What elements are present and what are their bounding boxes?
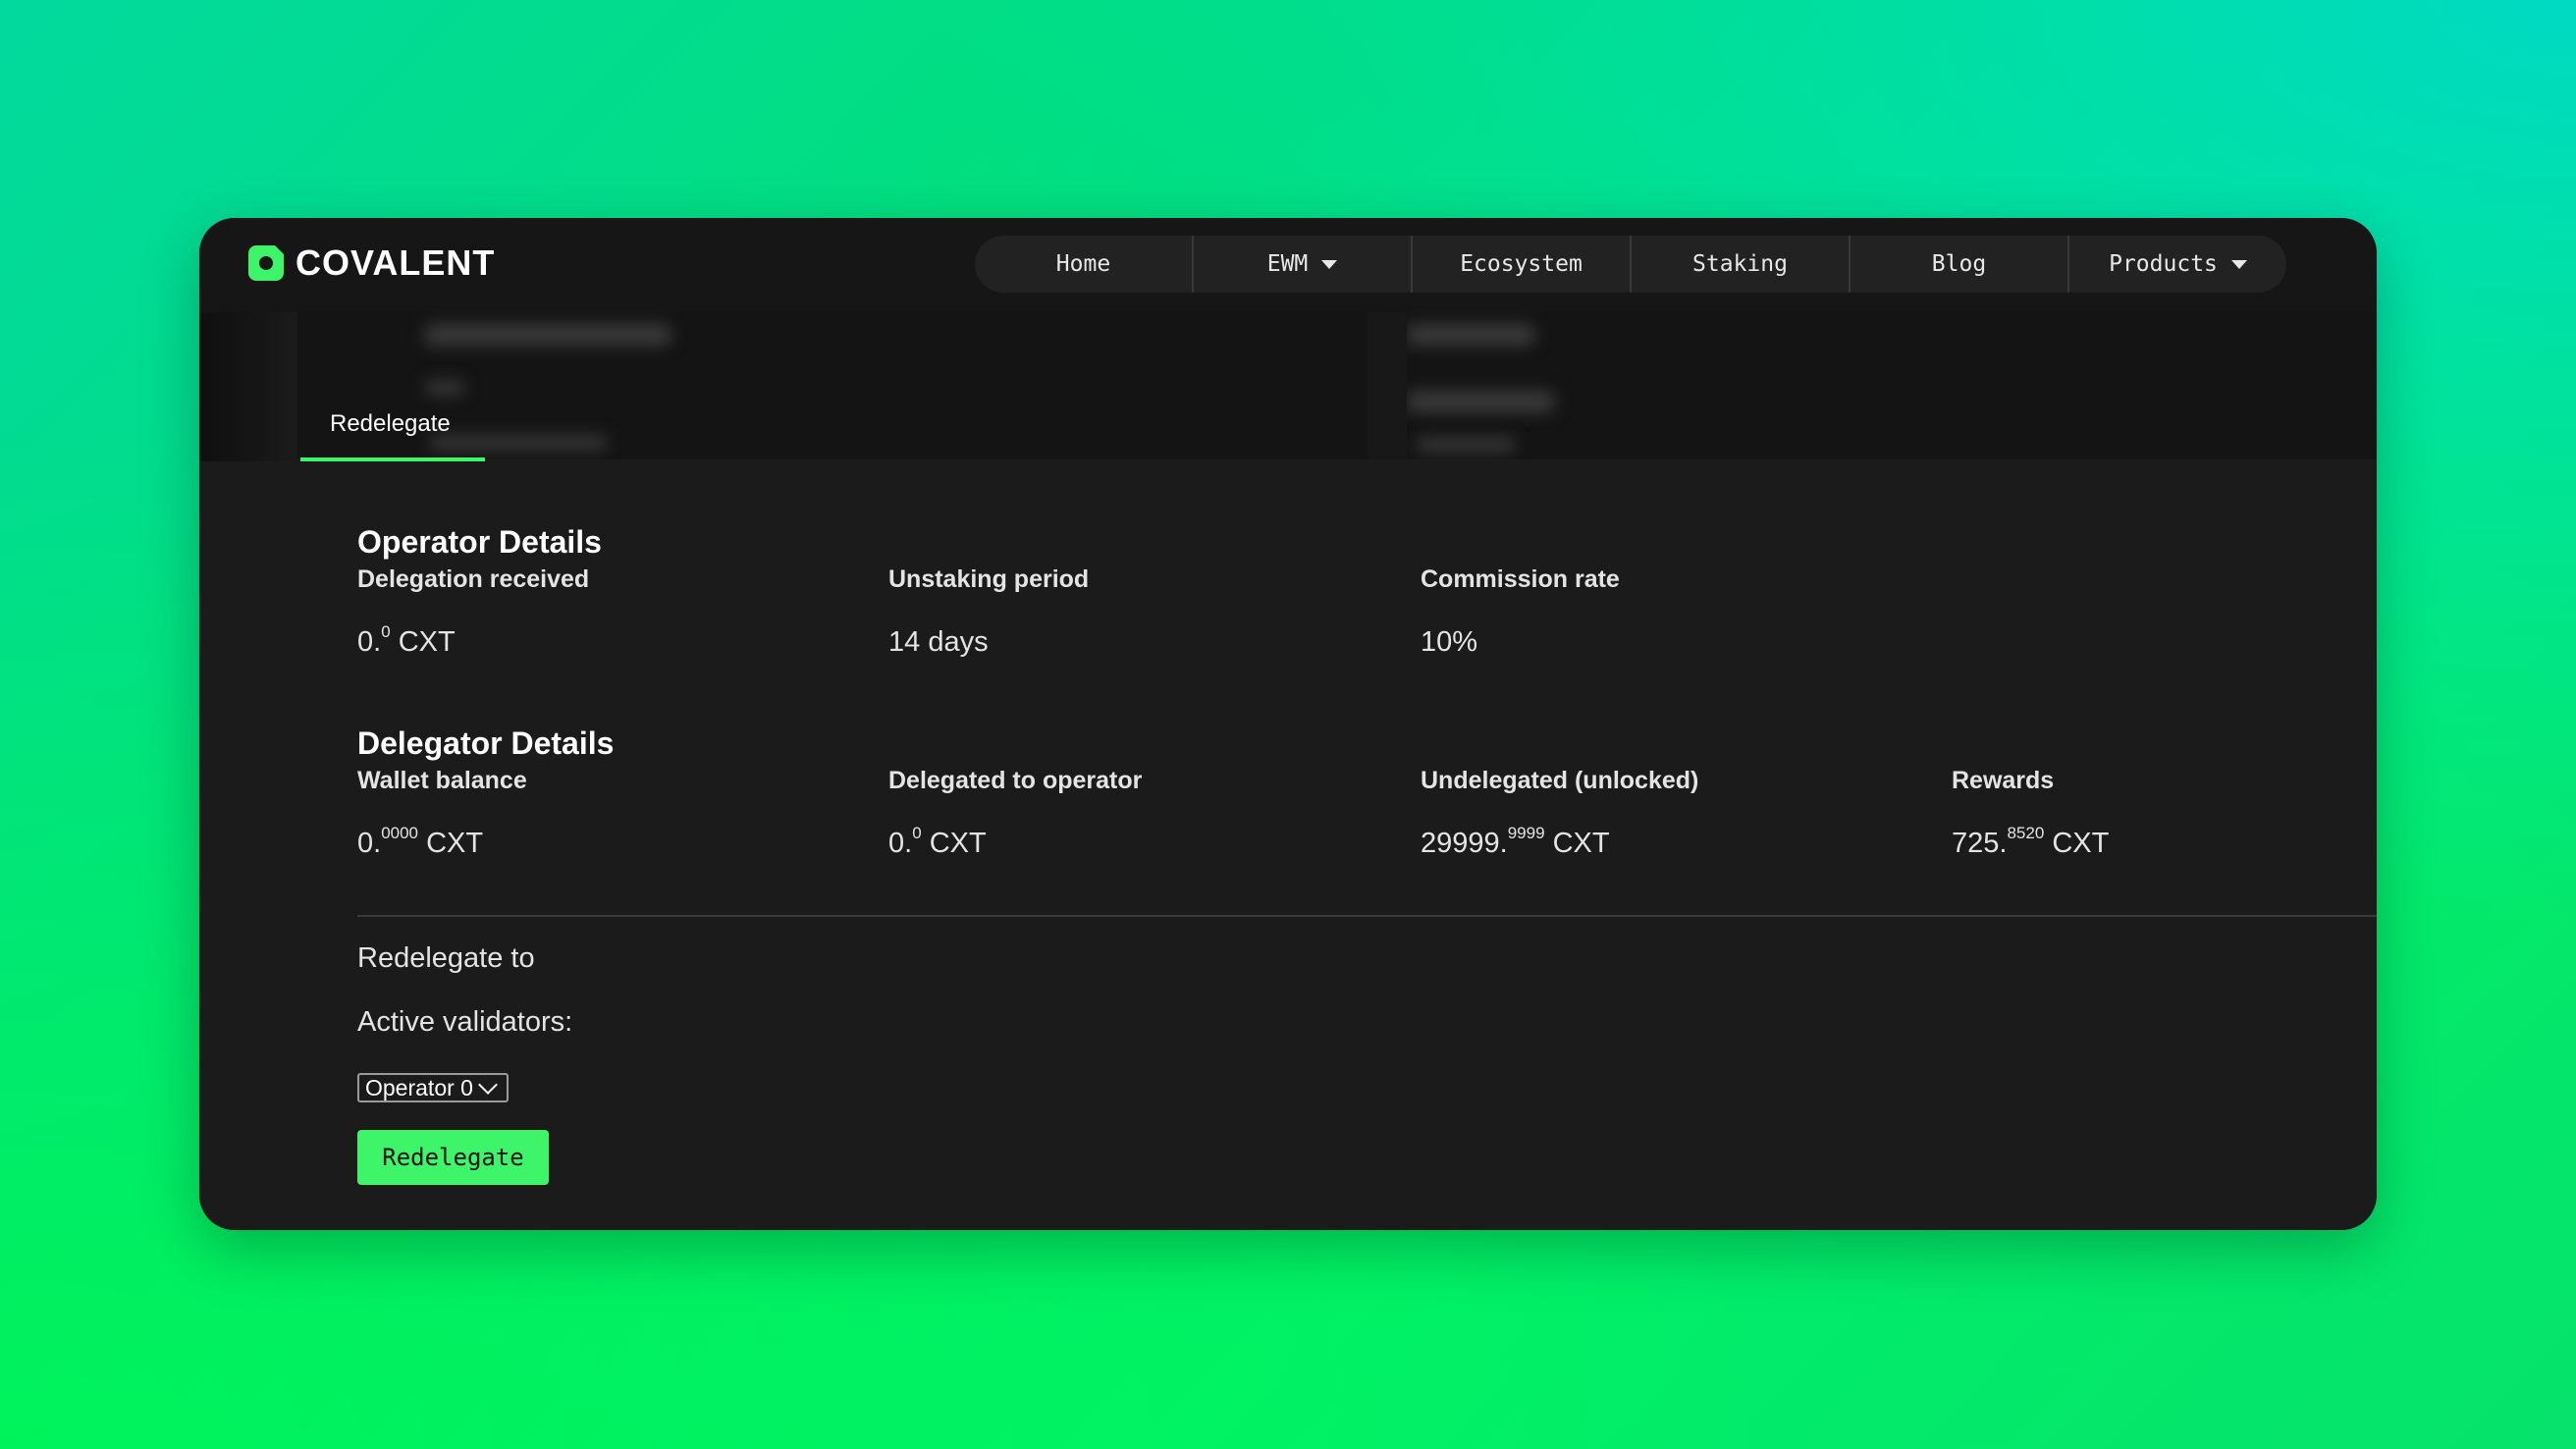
commission-rate-value: 10% <box>1421 626 1478 658</box>
blurred-background-content <box>297 312 2377 459</box>
nav-ewm-label: EWM <box>1266 251 1309 277</box>
delegation-received-label: Delegation received <box>357 565 590 593</box>
commission-rate-label: Commission rate <box>1421 565 1620 593</box>
redelegate-to-heading: Redelegate to <box>357 942 535 974</box>
operator-details-title: Operator Details <box>357 524 602 560</box>
wallet-balance-label: Wallet balance <box>357 767 527 794</box>
main-nav: Home EWM Ecosystem Staking Blog Products <box>975 236 2286 293</box>
delegation-received-value: 0.0 CXT <box>357 622 456 659</box>
chevron-down-icon <box>478 1075 498 1095</box>
nav-staking[interactable]: Staking <box>1632 236 1851 293</box>
value-unit: CXT <box>418 828 484 859</box>
value-unit: CXT <box>390 626 456 658</box>
value-int: 0. <box>888 828 913 859</box>
top-navbar: COVALENT Home EWM Ecosystem Staking Blog… <box>199 218 2377 312</box>
blurred-text <box>1417 438 1515 452</box>
covalent-logo[interactable]: COVALENT <box>248 242 496 283</box>
nav-products[interactable]: Products <box>2069 236 2286 293</box>
nav-staking-label: Staking <box>1692 251 1788 277</box>
nav-home[interactable]: Home <box>975 236 1194 293</box>
value-int: 0. <box>357 626 382 658</box>
value-unit: CXT <box>2044 828 2110 859</box>
rewards-label: Rewards <box>1952 767 2055 794</box>
value-dec: 0 <box>381 622 391 641</box>
section-divider <box>357 915 2377 917</box>
validator-select-value: Operator 0 <box>365 1074 473 1100</box>
validator-select[interactable]: Operator 0 <box>357 1073 509 1102</box>
rewards-value: 725.8520 CXT <box>1952 824 2110 860</box>
delegator-details-title: Delegator Details <box>357 725 615 761</box>
redelegate-panel: Operator Details Delegation received 0.0… <box>199 461 2377 1230</box>
value-int: 0. <box>357 828 382 859</box>
blurred-text <box>1407 324 1534 346</box>
blurred-text <box>425 381 464 395</box>
blurred-text <box>1407 391 1554 412</box>
caret-down-icon <box>1321 259 1338 269</box>
value-int: 29999. <box>1421 828 1508 859</box>
nav-home-label: Home <box>1055 251 1111 277</box>
value-dec: 0000 <box>381 824 419 842</box>
logo-icon <box>248 245 284 281</box>
blurred-divider <box>1368 312 1407 459</box>
nav-blog-label: Blog <box>1931 251 1987 277</box>
delegated-to-operator-value: 0.0 CXT <box>888 824 987 860</box>
value-dec: 9999 <box>1507 824 1545 842</box>
nav-products-label: Products <box>2109 251 2218 277</box>
blurred-text <box>425 324 671 346</box>
value-dec: 8520 <box>2007 824 2045 842</box>
unstaking-period-value: 14 days <box>888 626 989 658</box>
tab-redelegate[interactable]: Redelegate <box>330 410 451 438</box>
redelegate-button[interactable]: Redelegate <box>357 1130 549 1185</box>
value-unit: CXT <box>1544 828 1610 859</box>
value-unit: CXT <box>921 828 987 859</box>
wallet-balance-value: 0.0000 CXT <box>357 824 484 860</box>
app-window: COVALENT Home EWM Ecosystem Staking Blog… <box>199 218 2377 1230</box>
value-int: 725. <box>1952 828 2008 859</box>
caret-down-icon <box>2230 259 2247 269</box>
tab-active-indicator <box>300 457 485 461</box>
undelegated-label: Undelegated (unlocked) <box>1421 767 1699 794</box>
nav-blog[interactable]: Blog <box>1851 236 2069 293</box>
nav-ecosystem[interactable]: Ecosystem <box>1413 236 1632 293</box>
nav-ewm[interactable]: EWM <box>1194 236 1413 293</box>
blurred-text <box>430 436 607 450</box>
active-validators-label: Active validators: <box>357 1006 573 1038</box>
nav-ecosystem-label: Ecosystem <box>1460 251 1583 277</box>
delegated-to-operator-label: Delegated to operator <box>888 767 1143 794</box>
undelegated-value: 29999.9999 CXT <box>1421 824 1610 860</box>
logo-text: COVALENT <box>295 242 496 283</box>
unstaking-period-label: Unstaking period <box>888 565 1090 593</box>
value-dec: 0 <box>912 824 922 842</box>
